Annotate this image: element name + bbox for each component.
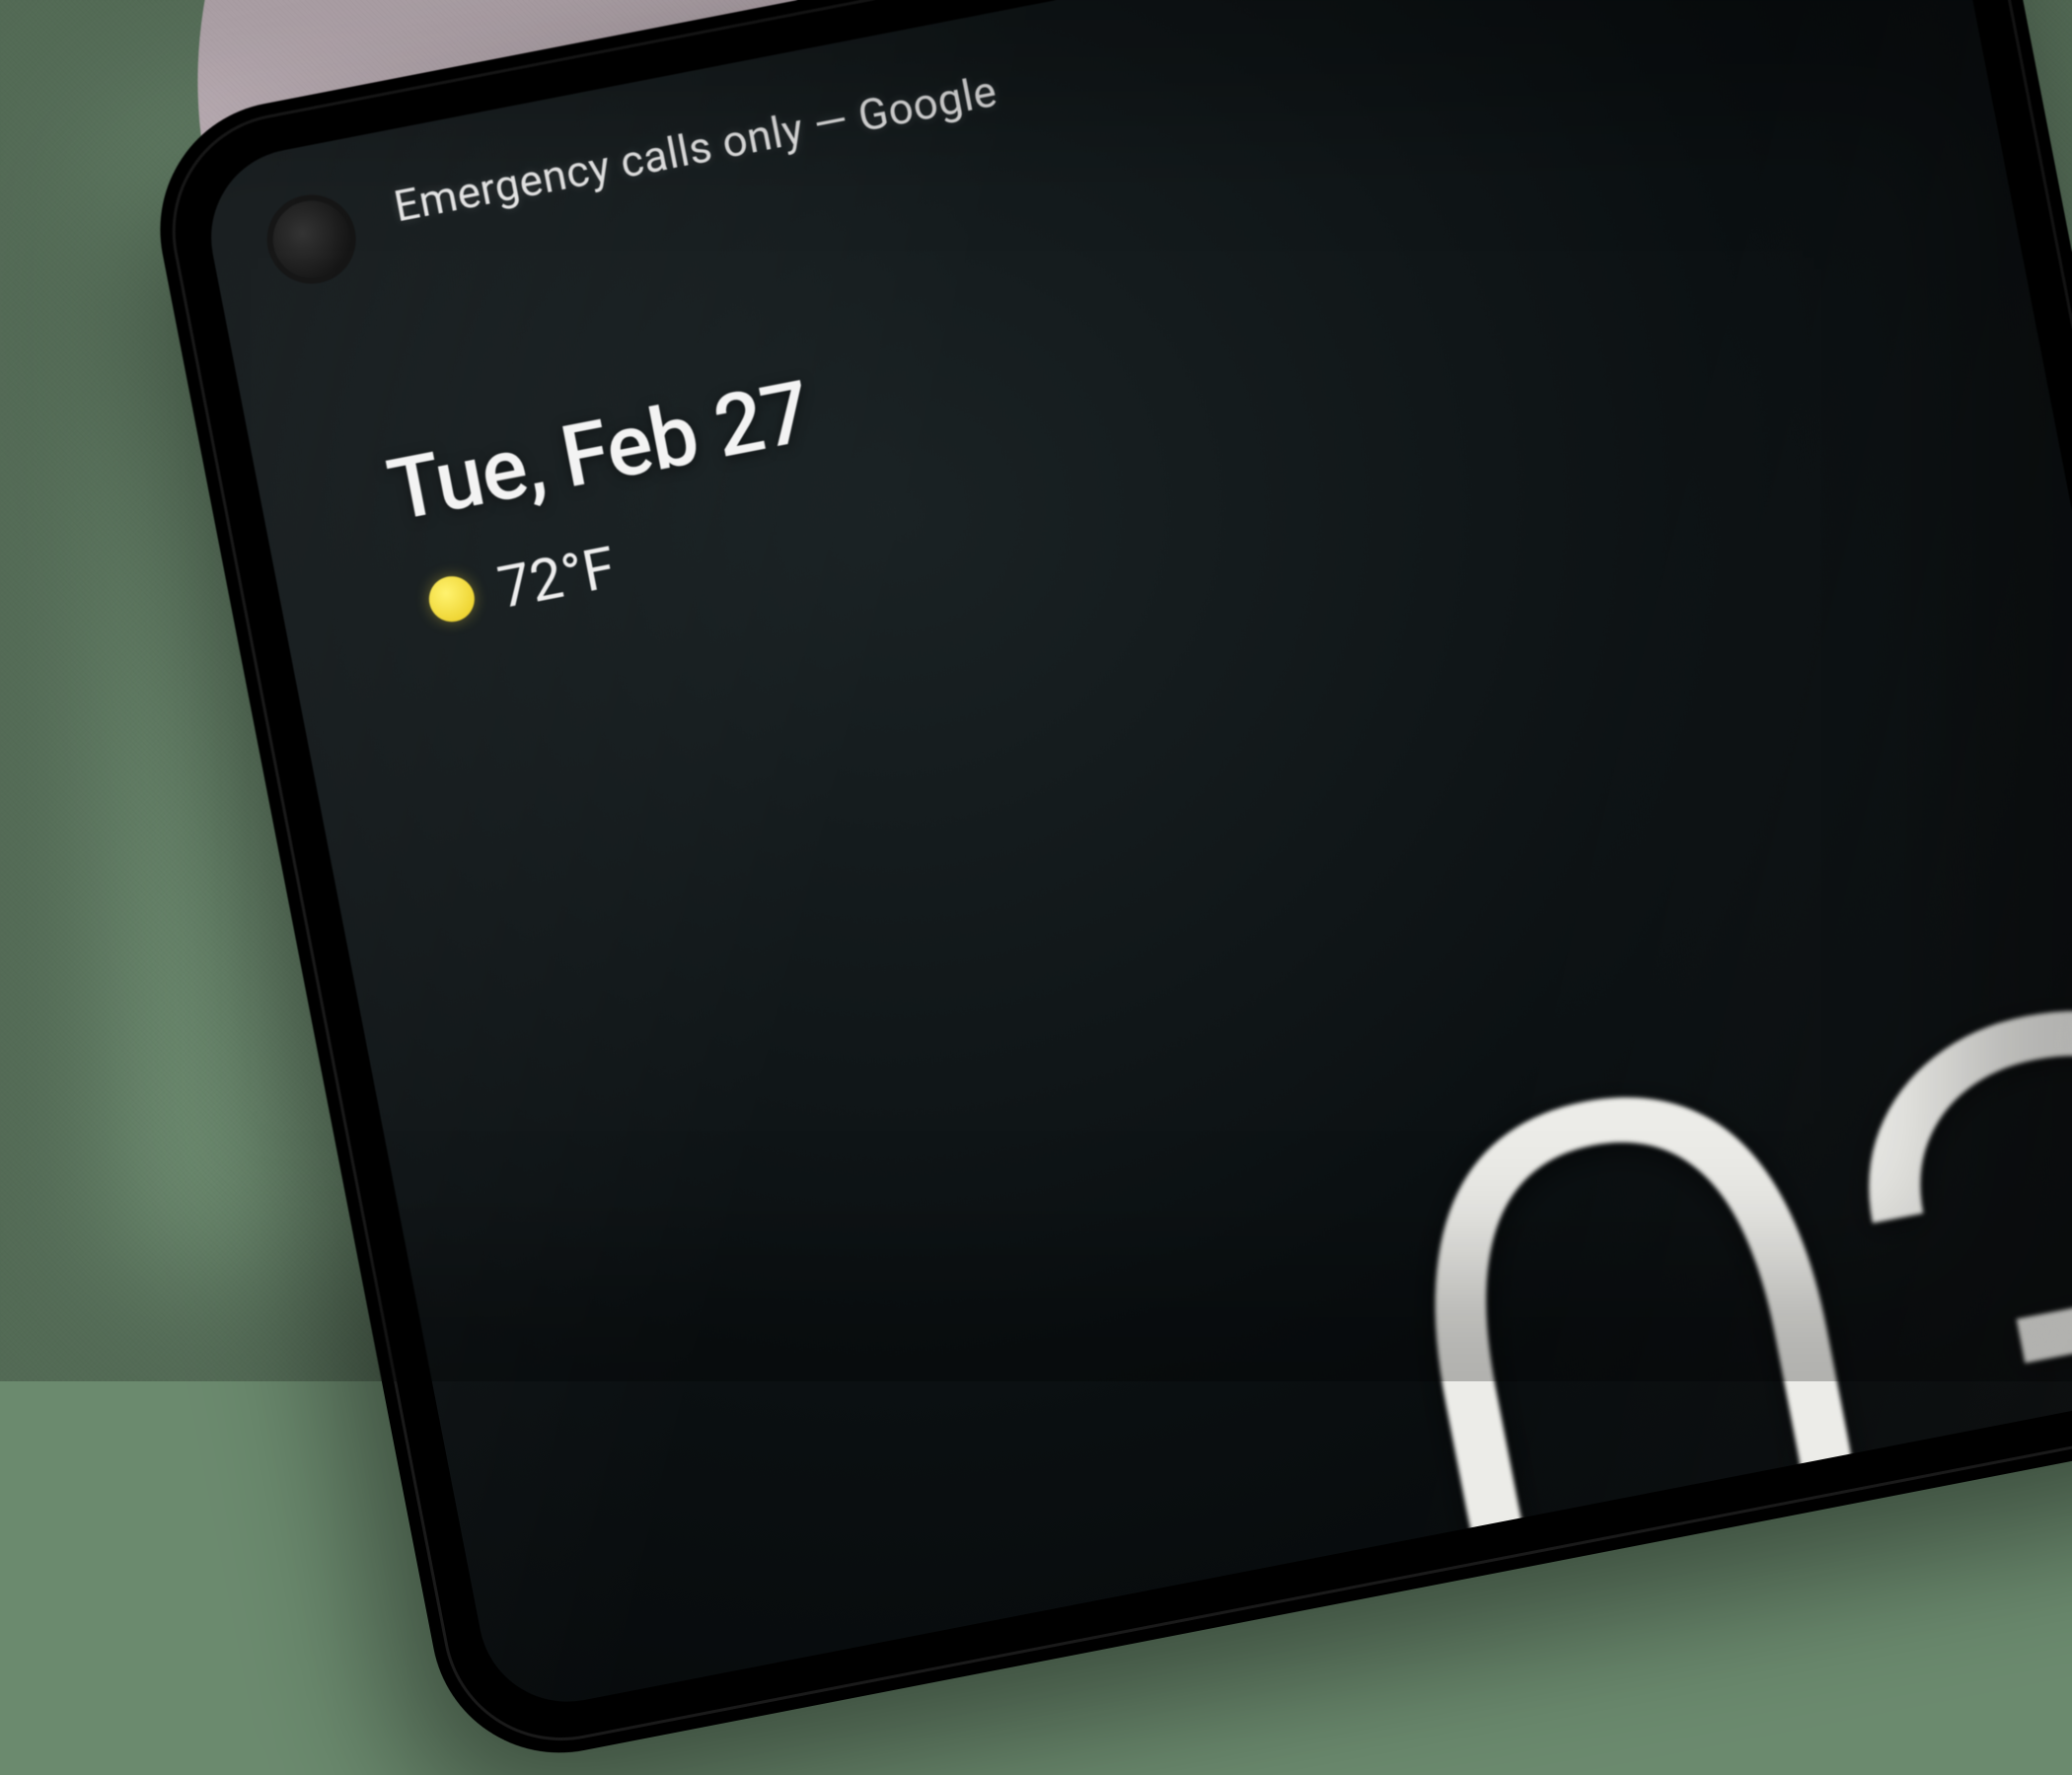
phone-screen: Emergency calls only — Google (196, 0, 2072, 1717)
status-icons-group: ! (1585, 0, 1901, 2)
sun-icon (425, 572, 479, 626)
phone-device: Emergency calls only — Google (138, 0, 2072, 1775)
lockscreen-clock: 03 (1340, 958, 2072, 1717)
phone-body: Emergency calls only — Google (138, 0, 2072, 1775)
temperature-text: 72°F (492, 535, 621, 623)
carrier-status-text: Emergency calls only — Google (390, 65, 1001, 233)
at-a-glance-widget[interactable]: Tue, Feb 27 72°F (380, 362, 837, 640)
